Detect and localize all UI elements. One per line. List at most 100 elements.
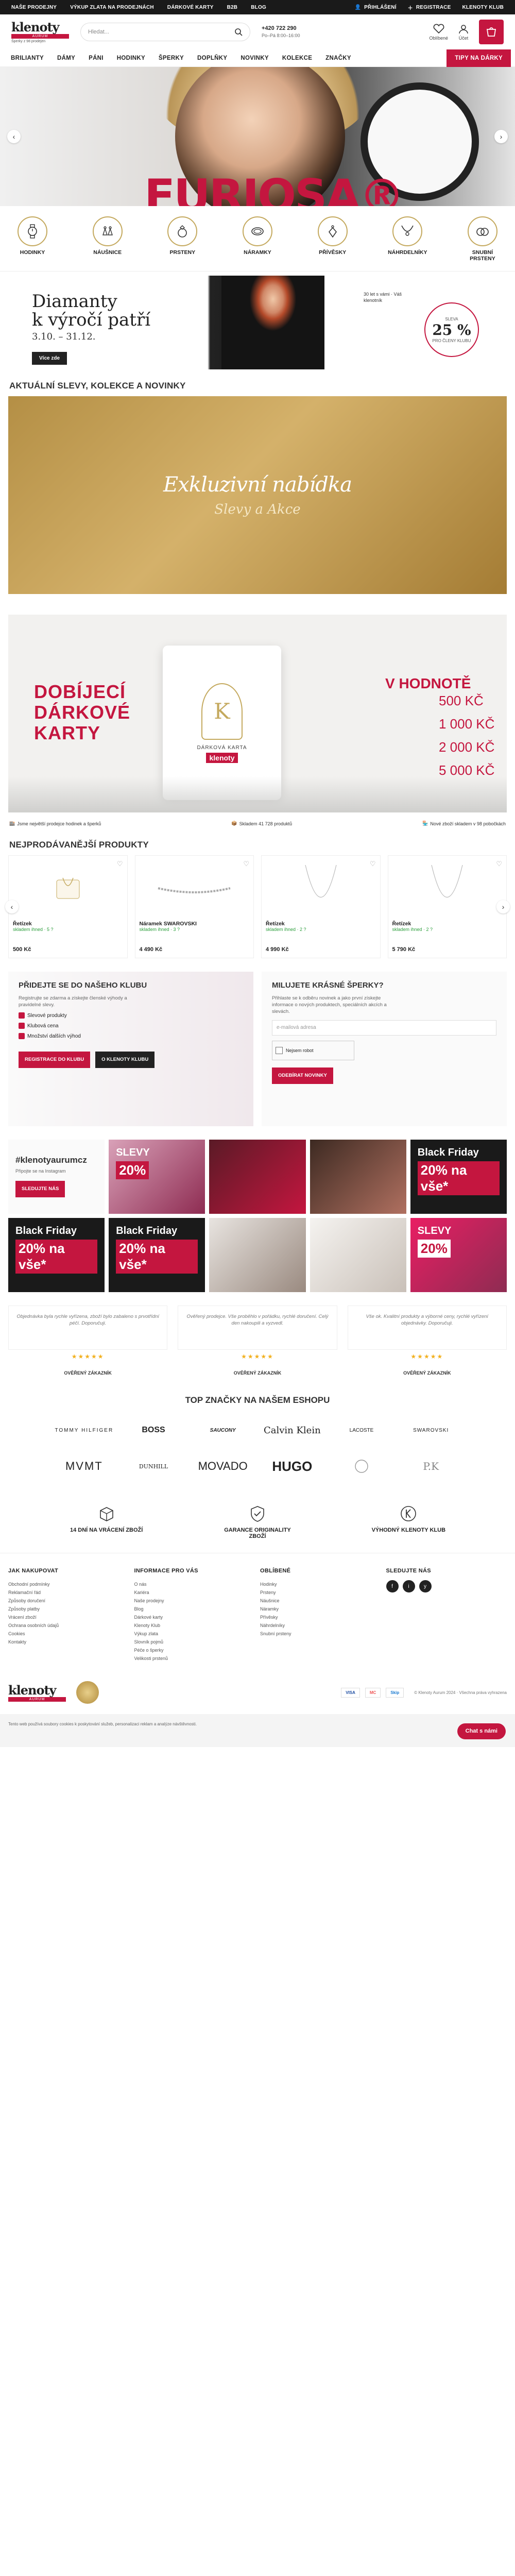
footer-link[interactable]: Blog: [134, 1605, 255, 1613]
diamond-banner-button[interactable]: Více zde: [32, 352, 67, 365]
instagram-tile[interactable]: [209, 1140, 306, 1214]
brand-logo[interactable]: TOMMY HILFIGER: [49, 1415, 119, 1446]
brand-logo[interactable]: SWAROVSKI: [396, 1415, 466, 1446]
brand-logo[interactable]: P.K: [396, 1451, 466, 1482]
register-link[interactable]: ＋ REGISTRACE: [408, 4, 451, 11]
footer-link[interactable]: Obchodní podmínky: [8, 1580, 129, 1588]
brand-logo[interactable]: SAUCONY: [188, 1415, 258, 1446]
footer-link[interactable]: O nás: [134, 1580, 255, 1588]
footer-link[interactable]: Kontakty: [8, 1638, 129, 1646]
newsletter-submit-button[interactable]: ODEBÍRAT NOVINKY: [272, 1067, 333, 1084]
instagram-tile[interactable]: [310, 1218, 406, 1292]
search-icon[interactable]: [234, 28, 243, 36]
nav-item[interactable]: PÁNI: [82, 49, 110, 67]
footer-link[interactable]: Péče o šperky: [134, 1646, 255, 1654]
carousel-next-arrow[interactable]: ›: [496, 900, 510, 913]
category-earrings[interactable]: NÁUŠNICE: [84, 216, 131, 262]
footer-link[interactable]: Ochrana osobních údajů: [8, 1621, 129, 1630]
instagram-icon[interactable]: i: [402, 1580, 415, 1592]
recaptcha[interactable]: Nejsem robot: [272, 1041, 354, 1060]
brand-logo[interactable]: LACOSTE: [327, 1415, 397, 1446]
brand-logo[interactable]: DUNHILL: [119, 1451, 188, 1482]
nav-item-gifts[interactable]: TIPY NA DÁRKY: [447, 49, 511, 67]
heart-icon[interactable]: ♡: [117, 860, 123, 868]
footer-link[interactable]: Reklamační řád: [8, 1588, 129, 1597]
footer-link[interactable]: Náušnice: [260, 1597, 381, 1605]
hero-next-arrow[interactable]: ›: [494, 130, 508, 143]
diamond-promo-banner[interactable]: Diamanty k výročí patří 3.10. – 31.12. Ví…: [8, 276, 507, 369]
heart-icon[interactable]: ♡: [496, 860, 502, 868]
instagram-tile[interactable]: Black Friday 20% na vše*: [8, 1218, 105, 1292]
cart-button[interactable]: [479, 20, 504, 44]
nav-item[interactable]: DÁMY: [50, 49, 82, 67]
product-card[interactable]: ♡ Řetízek skladem ihned · 5 ? 500 Kč: [8, 855, 128, 958]
login-link[interactable]: 👤 PŘIHLÁŠENÍ: [354, 5, 396, 10]
newsletter-email-input[interactable]: e-mailová adresa: [272, 1020, 496, 1036]
nav-item[interactable]: KOLEKCE: [276, 49, 319, 67]
footer-link[interactable]: Způsoby platby: [8, 1605, 129, 1613]
footer-link[interactable]: Kariéra: [134, 1588, 255, 1597]
heart-icon[interactable]: ♡: [243, 860, 249, 868]
product-card[interactable]: ♡ Náramek SWAROVSKI skladem ihned · 3 ? …: [134, 855, 254, 958]
instagram-tile[interactable]: SLEVY 20%: [109, 1140, 205, 1214]
footer-link[interactable]: Prsteny: [260, 1588, 381, 1597]
instagram-follow-button[interactable]: SLEDUJTE NÁS: [15, 1181, 65, 1197]
instagram-tile[interactable]: [209, 1218, 306, 1292]
nav-item[interactable]: DOPLŇKY: [191, 49, 234, 67]
footer-link[interactable]: Náhrdelníky: [260, 1621, 381, 1630]
topbar-link[interactable]: NAŠE PRODEJNY: [11, 5, 57, 10]
nav-item[interactable]: ŠPERKY: [152, 49, 191, 67]
footer-link[interactable]: Vrácení zboží: [8, 1613, 129, 1621]
hero-prev-arrow[interactable]: ‹: [7, 130, 21, 143]
footer-logo[interactable]: klenoty AURUM: [8, 1683, 66, 1702]
topbar-link[interactable]: DÁRKOVÉ KARTY: [167, 5, 214, 10]
topbar-link[interactable]: B2B: [227, 5, 238, 10]
instagram-tile[interactable]: Black Friday 20% na vše*: [109, 1218, 205, 1292]
hero-banner[interactable]: FURIOSA® ‹ ›: [0, 67, 515, 206]
footer-link[interactable]: Cookies: [8, 1630, 129, 1638]
nav-item[interactable]: ZNAČKY: [319, 49, 358, 67]
footer-link[interactable]: Klenoty Klub: [134, 1621, 255, 1630]
footer-link[interactable]: Velikosti prstenů: [134, 1654, 255, 1663]
instagram-tile[interactable]: [310, 1140, 406, 1214]
exclusive-offer-banner[interactable]: Exkluzivní nabídka Slevy a Akce: [8, 396, 507, 594]
topbar-link[interactable]: VÝKUP ZLATA NA PRODEJNÁCH: [70, 5, 154, 10]
brand-logo[interactable]: [327, 1451, 397, 1482]
category-watches[interactable]: HODINKY: [9, 216, 56, 262]
checkbox-icon[interactable]: [276, 1047, 283, 1054]
footer-link[interactable]: Způsoby doručení: [8, 1597, 129, 1605]
topbar-link[interactable]: BLOG: [251, 5, 266, 10]
footer-link[interactable]: Slovník pojmů: [134, 1638, 255, 1646]
brand-logo[interactable]: Calvin Klein: [258, 1415, 327, 1446]
category-pendants[interactable]: PŘÍVĚSKY: [310, 216, 356, 262]
category-necklaces[interactable]: NÁHRDELNÍKY: [384, 216, 431, 262]
brand-logo[interactable]: MOVADO: [188, 1451, 258, 1482]
footer-link[interactable]: Přívěsky: [260, 1613, 381, 1621]
product-card[interactable]: ♡ Řetízek skladem ihned · 2 ? 5 790 Kč: [387, 855, 507, 958]
club-about-button[interactable]: O KLENOTY KLUBU: [95, 1052, 155, 1068]
footer-link[interactable]: Výkup zlata: [134, 1630, 255, 1638]
nav-item[interactable]: HODINKY: [110, 49, 152, 67]
logo[interactable]: klenoty AURUM Šperky z 98 prodejen: [11, 21, 69, 43]
nav-item[interactable]: BRILIANTY: [4, 49, 50, 67]
brand-logo[interactable]: MVMT: [49, 1451, 119, 1482]
club-link[interactable]: KLENOTY KLUB: [462, 5, 504, 10]
facebook-icon[interactable]: f: [386, 1580, 399, 1592]
category-wedding-rings[interactable]: SNUBNÍ PRSTENY: [459, 216, 506, 262]
footer-link[interactable]: Dárkové karty: [134, 1613, 255, 1621]
club-register-button[interactable]: REGISTRACE DO KLUBU: [19, 1052, 91, 1068]
chat-button[interactable]: Chat s námi: [457, 1723, 506, 1739]
account-button[interactable]: Účet: [458, 24, 469, 41]
search-input[interactable]: Hledat...: [80, 23, 250, 41]
youtube-icon[interactable]: y: [419, 1580, 432, 1592]
footer-link[interactable]: Hodinky: [260, 1580, 381, 1588]
wishlist-button[interactable]: Oblíbené: [429, 24, 448, 41]
category-rings[interactable]: PRSTENY: [159, 216, 205, 262]
category-bracelets[interactable]: NÁRAMKY: [234, 216, 281, 262]
product-card[interactable]: ♡ Řetízek skladem ihned · 2 ? 4 990 Kč: [261, 855, 381, 958]
phone-contact[interactable]: +420 722 290 Po–Pá 8:00–16:00: [262, 25, 300, 39]
instagram-tile[interactable]: SLEVY 20%: [410, 1218, 507, 1292]
footer-link[interactable]: Náramky: [260, 1605, 381, 1613]
carousel-prev-arrow[interactable]: ‹: [5, 900, 19, 913]
footer-link[interactable]: Snubní prsteny: [260, 1630, 381, 1638]
